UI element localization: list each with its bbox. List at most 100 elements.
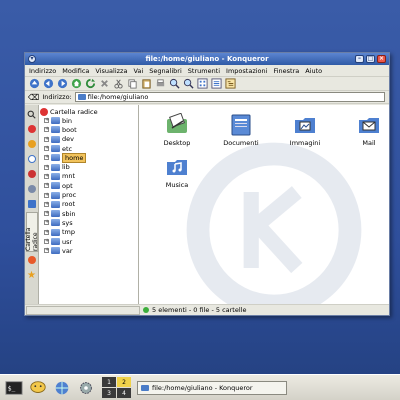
maximize-icon[interactable]: □ bbox=[366, 55, 375, 63]
menu-modifica[interactable]: Modifica bbox=[62, 67, 89, 75]
tree-item-etc[interactable]: + etc bbox=[40, 144, 137, 153]
reload-icon[interactable] bbox=[84, 78, 96, 90]
expand-icon[interactable]: + bbox=[44, 192, 49, 198]
zoom-in-icon[interactable] bbox=[168, 78, 180, 90]
file-label: Documenti bbox=[223, 139, 259, 147]
tree-item-bin[interactable]: + bin bbox=[40, 116, 137, 125]
tree-item-label: lib bbox=[62, 163, 70, 172]
home-icon[interactable] bbox=[70, 78, 82, 90]
root-folder-tab[interactable]: Cartella radice bbox=[25, 212, 39, 252]
addressbar: ⌫ Indirizzo: file:/home/giuliano bbox=[25, 91, 389, 104]
expand-icon[interactable]: + bbox=[44, 220, 49, 226]
task-button-konqueror[interactable]: file:/home/giuliano - Konqueror bbox=[137, 380, 287, 395]
print-icon[interactable] bbox=[154, 78, 166, 90]
expand-icon[interactable]: + bbox=[44, 183, 49, 189]
expand-icon[interactable]: + bbox=[44, 211, 49, 217]
menu-finestra[interactable]: Finestra bbox=[273, 67, 299, 75]
back-icon[interactable] bbox=[42, 78, 54, 90]
tree-root-label: Cartella radice bbox=[50, 107, 98, 116]
network-globe-icon[interactable] bbox=[52, 378, 72, 398]
services-icon[interactable] bbox=[26, 137, 38, 151]
file-item-immagini[interactable]: Immagini bbox=[273, 113, 337, 147]
tree-item-home[interactable]: + home bbox=[40, 152, 137, 163]
history-icon[interactable] bbox=[26, 152, 38, 166]
pager-desktop-4[interactable]: 4 bbox=[117, 388, 131, 398]
folder-icon bbox=[51, 172, 60, 180]
pager-desktop-2[interactable]: 2 bbox=[117, 377, 131, 387]
menubar: Indirizzo Modifica Visualizza Vai Segnal… bbox=[25, 65, 389, 77]
search-icon[interactable] bbox=[26, 107, 38, 121]
menu-vai[interactable]: Vai bbox=[133, 67, 143, 75]
expand-icon[interactable]: + bbox=[44, 229, 49, 235]
tree-item-var[interactable]: + var bbox=[40, 246, 137, 255]
zoom-out-icon[interactable] bbox=[182, 78, 194, 90]
tree-item-mnt[interactable]: + mnt bbox=[40, 172, 137, 181]
tree-item-label: usr bbox=[62, 237, 73, 246]
file-item-mail[interactable]: Mail bbox=[337, 113, 389, 147]
menu-segnalibri[interactable]: Segnalibri bbox=[149, 67, 182, 75]
pager-desktop-3[interactable]: 3 bbox=[102, 388, 116, 398]
menu-indirizzo[interactable]: Indirizzo bbox=[29, 67, 56, 75]
chat-icon[interactable] bbox=[28, 378, 48, 398]
menu-aiuto[interactable]: Aiuto bbox=[305, 67, 322, 75]
titlebar[interactable]: ▾ file:/home/giuliano - Konqueror – □ × bbox=[25, 53, 389, 65]
tree-item-label: opt bbox=[62, 181, 73, 190]
tree-item-proc[interactable]: + proc bbox=[40, 190, 137, 199]
devices-icon[interactable] bbox=[26, 197, 38, 211]
expand-icon[interactable]: + bbox=[44, 239, 49, 244]
view-icon-icon[interactable] bbox=[196, 78, 208, 90]
expand-icon[interactable]: + bbox=[44, 136, 49, 142]
file-item-musica[interactable]: Musica bbox=[145, 155, 209, 189]
pager-desktop-1[interactable]: 1 bbox=[102, 377, 116, 387]
expand-icon[interactable]: + bbox=[44, 201, 49, 207]
settings-gear-icon[interactable] bbox=[76, 378, 96, 398]
menu-impostazioni[interactable]: Impostazioni bbox=[226, 67, 267, 75]
expand-icon[interactable]: + bbox=[44, 173, 49, 179]
window-menu-icon[interactable]: ▾ bbox=[28, 55, 36, 63]
address-input[interactable]: file:/home/giuliano bbox=[74, 92, 385, 102]
view-tree-icon[interactable] bbox=[224, 78, 236, 90]
clear-location-icon[interactable]: ⌫ bbox=[28, 93, 39, 102]
expand-icon[interactable]: + bbox=[44, 127, 49, 133]
menu-strumenti[interactable]: Strumenti bbox=[188, 67, 220, 75]
home-folder-icon[interactable] bbox=[26, 167, 38, 181]
file-label: Mail bbox=[362, 139, 376, 147]
tree-item-root[interactable]: + root bbox=[40, 200, 137, 209]
menu-visualizza[interactable]: Visualizza bbox=[95, 67, 127, 75]
tree-item-opt[interactable]: + opt bbox=[40, 181, 137, 190]
tree-root[interactable]: Cartella radice bbox=[40, 107, 137, 116]
bookmarks-icon[interactable] bbox=[26, 122, 38, 136]
expand-icon[interactable]: + bbox=[44, 248, 49, 254]
stop-icon[interactable] bbox=[98, 78, 110, 90]
expand-icon[interactable]: + bbox=[44, 164, 49, 170]
tree-item-lib[interactable]: + lib bbox=[40, 162, 137, 171]
tree-item-tmp[interactable]: + tmp bbox=[40, 228, 137, 237]
terminal-icon[interactable]: $_ bbox=[4, 378, 24, 398]
tree-item-boot[interactable]: + boot bbox=[40, 125, 137, 134]
folder-icon bbox=[51, 154, 60, 162]
folder-icon bbox=[51, 247, 60, 255]
copy-icon[interactable] bbox=[126, 78, 138, 90]
cut-icon[interactable] bbox=[112, 78, 124, 90]
network-icon[interactable] bbox=[26, 182, 38, 196]
tree-item-label: dev bbox=[62, 135, 74, 144]
forward-icon[interactable] bbox=[56, 78, 68, 90]
up-icon[interactable] bbox=[28, 78, 40, 90]
window-title: file:/home/giuliano - Konqueror bbox=[145, 55, 269, 63]
star-icon[interactable]: ★ bbox=[26, 268, 38, 282]
file-item-desktop[interactable]: Desktop bbox=[145, 113, 209, 147]
expand-icon[interactable]: + bbox=[44, 146, 49, 152]
file-item-documenti[interactable]: Documenti bbox=[209, 113, 273, 147]
media-icon[interactable] bbox=[26, 253, 38, 267]
tree-item-sbin[interactable]: + sbin bbox=[40, 209, 137, 218]
expand-icon[interactable]: + bbox=[44, 155, 49, 161]
view-list-icon[interactable] bbox=[210, 78, 222, 90]
close-icon[interactable]: × bbox=[377, 55, 386, 63]
expand-icon[interactable]: + bbox=[44, 118, 49, 124]
tree-item-label: bin bbox=[62, 116, 73, 125]
tree-item-dev[interactable]: + dev bbox=[40, 135, 137, 144]
tree-item-sys[interactable]: + sys bbox=[40, 218, 137, 227]
minimize-icon[interactable]: – bbox=[355, 55, 364, 63]
tree-item-usr[interactable]: + usr bbox=[40, 237, 137, 246]
paste-icon[interactable] bbox=[140, 78, 152, 90]
